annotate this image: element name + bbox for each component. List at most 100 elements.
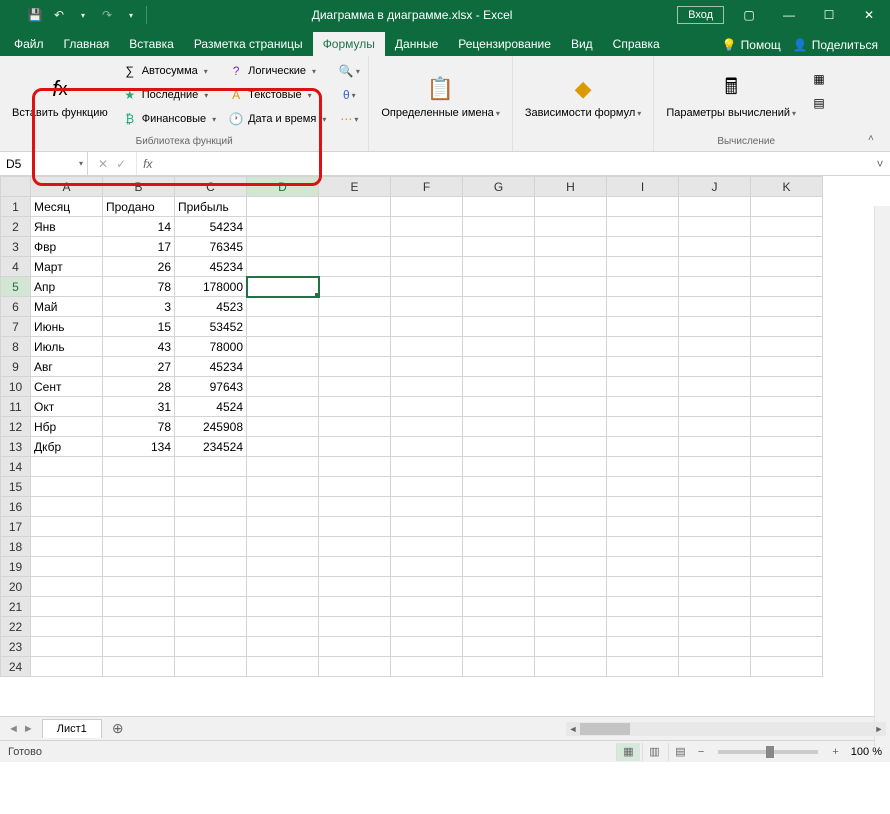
signin-button[interactable]: Вход bbox=[677, 6, 724, 24]
cell[interactable] bbox=[751, 537, 823, 557]
cell[interactable] bbox=[391, 457, 463, 477]
text-functions-button[interactable]: AТекстовые▾ bbox=[224, 84, 330, 106]
cell[interactable] bbox=[103, 497, 175, 517]
cell[interactable] bbox=[679, 557, 751, 577]
cell[interactable] bbox=[247, 317, 319, 337]
cell[interactable]: Прибыль bbox=[175, 197, 247, 217]
cell[interactable] bbox=[103, 617, 175, 637]
cell[interactable] bbox=[751, 397, 823, 417]
cell[interactable] bbox=[463, 577, 535, 597]
scroll-right-icon[interactable]: ► bbox=[872, 722, 886, 736]
cell[interactable] bbox=[751, 437, 823, 457]
maximize-icon[interactable]: ☐ bbox=[814, 5, 844, 25]
cell[interactable] bbox=[391, 237, 463, 257]
column-header[interactable]: A bbox=[31, 177, 103, 197]
minimize-icon[interactable]: — bbox=[774, 5, 804, 25]
column-header[interactable]: C bbox=[175, 177, 247, 197]
cell[interactable] bbox=[607, 357, 679, 377]
cell[interactable] bbox=[319, 517, 391, 537]
cell[interactable] bbox=[247, 197, 319, 217]
cell[interactable] bbox=[391, 197, 463, 217]
cell[interactable]: 78 bbox=[103, 417, 175, 437]
cell[interactable] bbox=[535, 357, 607, 377]
cell[interactable] bbox=[463, 357, 535, 377]
column-header[interactable]: J bbox=[679, 177, 751, 197]
cell[interactable] bbox=[247, 257, 319, 277]
cell[interactable] bbox=[103, 517, 175, 537]
cell[interactable] bbox=[247, 337, 319, 357]
cell[interactable] bbox=[751, 417, 823, 437]
row-header[interactable]: 21 bbox=[1, 597, 31, 617]
row-header[interactable]: 7 bbox=[1, 317, 31, 337]
cell[interactable]: 43 bbox=[103, 337, 175, 357]
cell[interactable] bbox=[607, 457, 679, 477]
page-layout-view-icon[interactable]: ▥ bbox=[642, 743, 666, 761]
cell[interactable]: 17 bbox=[103, 237, 175, 257]
calc-options-button[interactable]: 🖩 Параметры вычислений▾ bbox=[660, 60, 802, 134]
cell[interactable]: 15 bbox=[103, 317, 175, 337]
cell[interactable] bbox=[751, 357, 823, 377]
cell[interactable]: 3 bbox=[103, 297, 175, 317]
formula-dependencies-button[interactable]: ◆ Зависимости формул▾ bbox=[519, 60, 647, 134]
cell[interactable] bbox=[751, 617, 823, 637]
add-sheet-button[interactable]: ⊕ bbox=[102, 720, 134, 737]
cell[interactable] bbox=[247, 237, 319, 257]
cell[interactable] bbox=[679, 637, 751, 657]
cell[interactable] bbox=[751, 657, 823, 677]
cell[interactable] bbox=[391, 617, 463, 637]
cell[interactable] bbox=[103, 477, 175, 497]
cell[interactable] bbox=[175, 657, 247, 677]
cell[interactable]: Дкбр bbox=[31, 437, 103, 457]
cell[interactable] bbox=[103, 657, 175, 677]
qat-customize-icon[interactable]: ▾ bbox=[122, 6, 140, 24]
cell[interactable] bbox=[319, 477, 391, 497]
math-trig-button[interactable]: θ▾ bbox=[336, 84, 362, 106]
cell[interactable] bbox=[535, 257, 607, 277]
cell[interactable] bbox=[31, 457, 103, 477]
cell[interactable] bbox=[103, 637, 175, 657]
cell[interactable] bbox=[391, 297, 463, 317]
cell[interactable] bbox=[391, 217, 463, 237]
cell[interactable]: 78000 bbox=[175, 337, 247, 357]
cell[interactable] bbox=[679, 497, 751, 517]
column-header[interactable]: K bbox=[751, 177, 823, 197]
cell[interactable] bbox=[751, 237, 823, 257]
cell[interactable] bbox=[31, 577, 103, 597]
cell[interactable] bbox=[535, 477, 607, 497]
cell[interactable] bbox=[607, 557, 679, 577]
cell[interactable] bbox=[319, 637, 391, 657]
cell[interactable] bbox=[535, 297, 607, 317]
cell[interactable] bbox=[535, 317, 607, 337]
scroll-left-icon[interactable]: ◄ bbox=[566, 722, 580, 736]
cell[interactable] bbox=[319, 417, 391, 437]
cell[interactable] bbox=[535, 537, 607, 557]
cell[interactable]: Март bbox=[31, 257, 103, 277]
cell[interactable] bbox=[535, 617, 607, 637]
cell[interactable] bbox=[319, 197, 391, 217]
cell[interactable] bbox=[175, 477, 247, 497]
cell[interactable] bbox=[607, 337, 679, 357]
cell[interactable] bbox=[535, 597, 607, 617]
tab-вид[interactable]: Вид bbox=[561, 32, 603, 56]
row-header[interactable]: 23 bbox=[1, 637, 31, 657]
cell[interactable] bbox=[391, 257, 463, 277]
cell[interactable] bbox=[319, 457, 391, 477]
cell[interactable] bbox=[463, 477, 535, 497]
cell[interactable] bbox=[463, 337, 535, 357]
cell[interactable] bbox=[247, 277, 319, 297]
cell[interactable] bbox=[319, 617, 391, 637]
cell[interactable] bbox=[751, 377, 823, 397]
cell[interactable]: 76345 bbox=[175, 237, 247, 257]
row-header[interactable]: 22 bbox=[1, 617, 31, 637]
row-header[interactable]: 15 bbox=[1, 477, 31, 497]
cell[interactable] bbox=[463, 397, 535, 417]
column-header[interactable]: D bbox=[247, 177, 319, 197]
cell[interactable]: 4523 bbox=[175, 297, 247, 317]
cell[interactable] bbox=[463, 497, 535, 517]
row-header[interactable]: 19 bbox=[1, 557, 31, 577]
zoom-level[interactable]: 100 % bbox=[851, 746, 882, 758]
row-header[interactable]: 17 bbox=[1, 517, 31, 537]
cell[interactable]: 45234 bbox=[175, 357, 247, 377]
formula-input[interactable] bbox=[158, 157, 870, 171]
cell[interactable] bbox=[31, 497, 103, 517]
